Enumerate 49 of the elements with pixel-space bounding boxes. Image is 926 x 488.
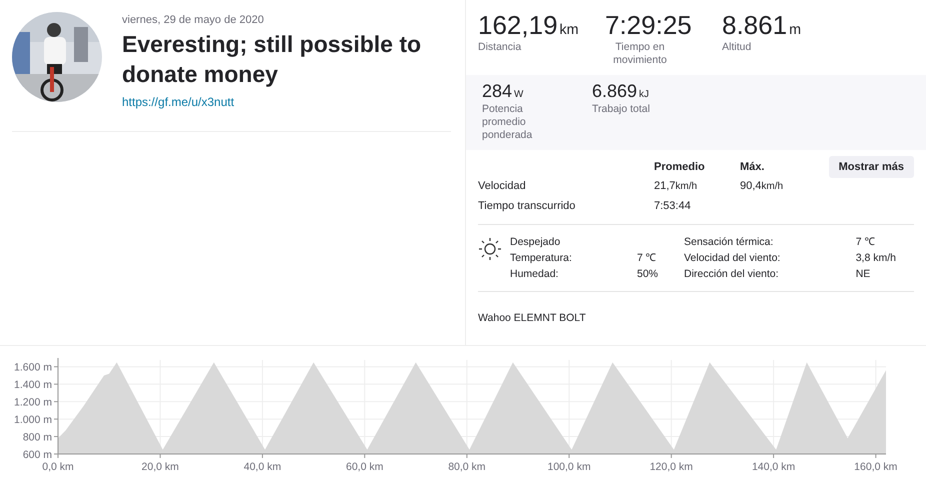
show-more-button[interactable]: Mostrar más (828, 156, 914, 178)
stat-label: Trabajo total (592, 102, 651, 116)
weather-label: Dirección del viento: (684, 266, 780, 281)
x-tick-label: 100,0 km (548, 461, 591, 473)
row-value: 7:53:44 (654, 200, 692, 212)
row-value: 90,4km/h (740, 180, 784, 192)
weather-condition: Despejado (510, 234, 562, 249)
column-header: Máx. (740, 160, 766, 173)
activity-date: viernes, 29 de mayo de 2020 (122, 14, 264, 26)
row-value: 21,7km/h (654, 180, 698, 192)
weather-label: Humedad: (510, 266, 560, 281)
stat-value: 162,19 km (478, 10, 579, 42)
weather-label: Velocidad del viento: (684, 250, 782, 265)
x-tick-label: 60,0 km (346, 461, 384, 473)
stat-value: 284 W (482, 81, 524, 103)
donation-link[interactable]: https://gf.me/u/x3nutt (122, 95, 234, 109)
sun-icon (478, 236, 502, 261)
x-tick-label: 20,0 km (142, 461, 179, 473)
x-tick-label: 160,0 km (854, 461, 898, 473)
activity-title: Everesting; still possible to donate money (122, 30, 422, 89)
x-tick-label: 40,0 km (244, 461, 282, 473)
weather-label: Sensación térmica: (684, 234, 774, 249)
device-name: Wahoo ELEMNT BOLT (478, 310, 587, 324)
y-tick-label: 800 m (22, 432, 52, 444)
x-tick-label: 140,0 km (752, 461, 796, 473)
y-tick-label: 600 m (22, 449, 52, 461)
x-tick-label: 0,0 km (42, 461, 74, 473)
stat-label: Tiempo en movimiento (612, 41, 668, 68)
y-tick-label: 1.200 m (14, 396, 52, 409)
x-tick-label: 120,0 km (650, 461, 693, 473)
y-tick-label: 1.400 m (14, 379, 52, 392)
weather-value: 3,8 km/h (856, 250, 896, 265)
y-tick-label: 1.600 m (14, 362, 52, 374)
weather-value: 50% (636, 266, 658, 281)
weather-value: 7 ℃ (856, 234, 876, 249)
stat-value: 8.861 m (722, 10, 801, 42)
x-tick-label: 80,0 km (448, 461, 486, 473)
column-header: Promedio (654, 160, 706, 173)
row-label: Velocidad (478, 180, 527, 192)
row-label: Tiempo transcurrido (478, 200, 576, 212)
stat-value: 6.869 kJ (592, 81, 649, 103)
stat-label: Potencia promedio ponderada (482, 102, 534, 142)
weather-value: 7 ℃ (636, 250, 657, 265)
weather-label: Temperatura: (510, 250, 573, 265)
y-tick-label: 1.000 m (14, 414, 52, 426)
weather-value: NE (856, 266, 872, 281)
stat-label: Distancia (478, 41, 522, 54)
stat-value: 7:29:25 (605, 10, 692, 42)
stat-label: Altitud (722, 41, 752, 54)
